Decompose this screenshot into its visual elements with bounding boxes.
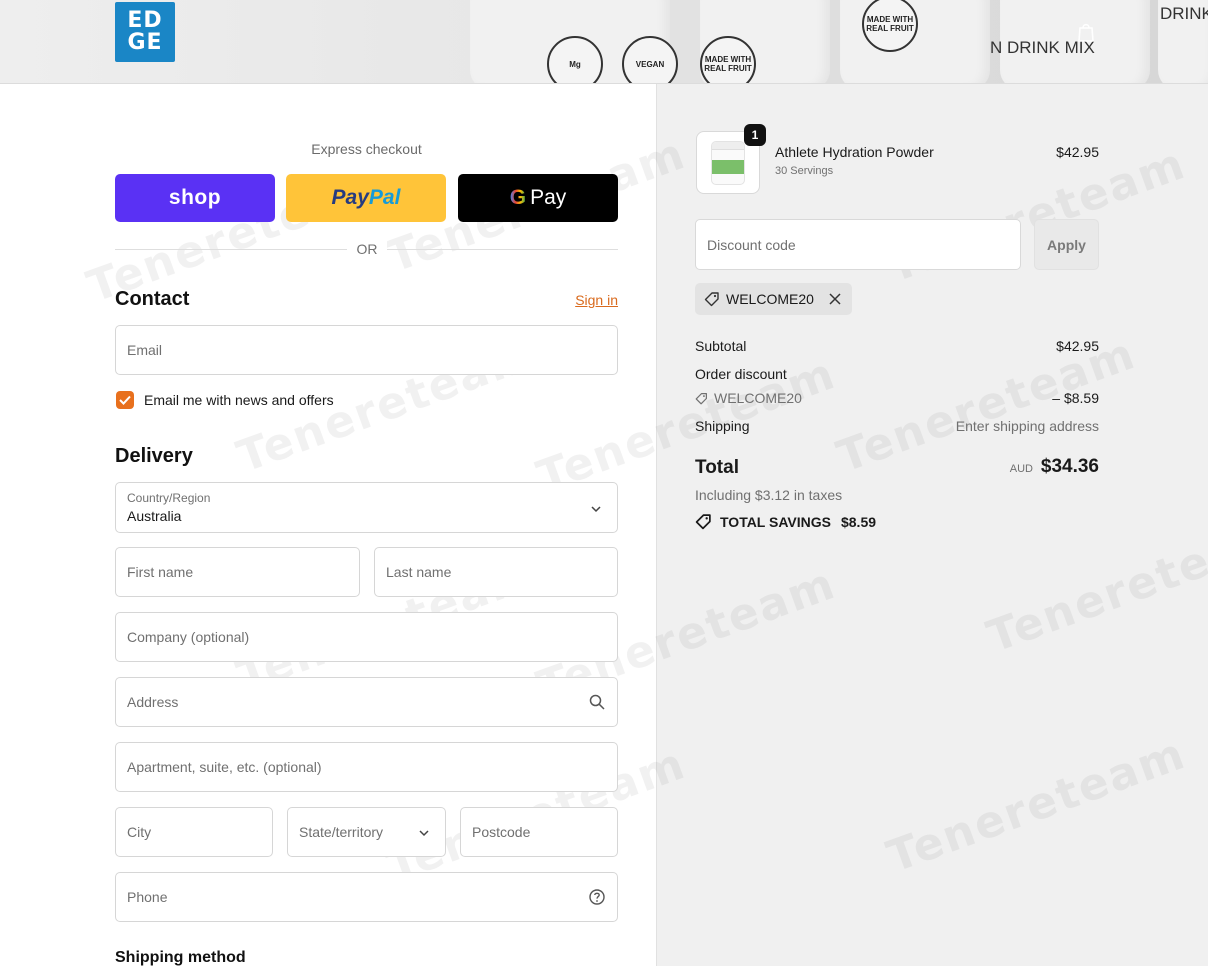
address-input[interactable]	[127, 694, 606, 710]
city-input[interactable]	[127, 824, 261, 840]
shipping-method-heading: Shipping method	[115, 949, 246, 966]
email-field[interactable]	[115, 325, 618, 375]
quantity-badge: 1	[744, 124, 766, 146]
tag-icon	[695, 392, 707, 404]
google-pay-button[interactable]: G Pay	[458, 174, 618, 222]
search-icon	[589, 694, 605, 710]
city-field[interactable]	[115, 807, 273, 857]
paypal-label-part2: Pal	[368, 186, 401, 209]
discount-code-label: WELCOME20	[714, 390, 802, 406]
postcode-input[interactable]	[472, 824, 606, 840]
shop-pay-label: shop	[168, 186, 222, 209]
email-input[interactable]	[127, 342, 606, 358]
express-checkout-label: Express checkout	[311, 141, 422, 157]
apartment-input[interactable]	[127, 759, 606, 775]
logo-text-top: ED	[127, 8, 163, 33]
apply-discount-button[interactable]: Apply	[1034, 219, 1099, 270]
total-label: Total	[695, 457, 739, 478]
taxes-text: Including $3.12 in taxes	[695, 487, 843, 503]
shipping-value: Enter shipping address	[955, 418, 1099, 434]
discount-code-row: WELCOME20	[695, 390, 802, 406]
shipping-label: Shipping	[695, 418, 750, 434]
product-image	[711, 140, 745, 185]
discount-value: – $8.59	[1052, 390, 1099, 406]
order-discount-label: Order discount	[695, 366, 787, 382]
postcode-field[interactable]	[460, 807, 618, 857]
magnesium-badge: Mg	[547, 36, 603, 83]
real-fruit-badge: MADE WITH REAL FRUIT	[700, 36, 756, 83]
logo-text-bottom: GE	[127, 30, 163, 55]
apartment-field[interactable]	[115, 742, 618, 792]
total-savings: TOTAL SAVINGS $8.59	[695, 513, 876, 530]
country-label: Country/Region	[127, 491, 211, 505]
chevron-down-icon	[591, 506, 601, 513]
tag-icon	[695, 514, 711, 530]
shopping-bag-icon[interactable]	[1077, 22, 1095, 42]
savings-value: $8.59	[840, 513, 877, 530]
chevron-down-icon	[419, 830, 429, 837]
total-value: $34.36	[1040, 456, 1099, 477]
currency-code: AUD	[1009, 463, 1033, 475]
tag-icon	[704, 292, 719, 307]
phone-input[interactable]	[127, 889, 606, 905]
or-label: OR	[347, 241, 387, 257]
product-name: Athlete Hydration Powder	[775, 144, 934, 160]
paypal-button[interactable]: Pay Pal	[286, 174, 446, 222]
product-price: $42.95	[1056, 144, 1099, 160]
first-name-field[interactable]	[115, 547, 360, 597]
discount-code-input[interactable]	[707, 236, 1009, 253]
first-name-input[interactable]	[127, 564, 348, 580]
header-banner: Mg VEGAN MADE WITH REAL FRUIT MADE WITH …	[0, 0, 1208, 84]
checkmark-icon	[119, 395, 131, 405]
state-select[interactable]: State/territory	[287, 807, 446, 857]
vegan-badge: VEGAN	[622, 36, 678, 83]
google-g-icon: G	[509, 186, 527, 209]
company-input[interactable]	[127, 629, 606, 645]
product-variant: 30 Servings	[775, 165, 834, 177]
newsletter-label: Email me with news and offers	[144, 392, 334, 408]
delivery-heading: Delivery	[115, 445, 193, 467]
discount-code-field[interactable]	[695, 219, 1021, 270]
help-icon[interactable]	[589, 889, 605, 905]
shop-pay-button[interactable]: shop	[115, 174, 275, 222]
applied-code-text: WELCOME20	[726, 291, 814, 307]
subtotal-label: Subtotal	[695, 338, 747, 354]
country-select[interactable]: Country/Region Australia	[115, 482, 618, 533]
edge-logo[interactable]: ED GE	[115, 2, 175, 62]
paypal-label-part1: Pay	[331, 186, 369, 209]
newsletter-checkbox[interactable]	[116, 391, 134, 409]
last-name-field[interactable]	[374, 547, 618, 597]
state-label: State/territory	[299, 824, 384, 840]
google-pay-label: Pay	[530, 186, 567, 209]
applied-discount-chip: WELCOME20	[695, 283, 852, 315]
country-value: Australia	[127, 508, 182, 524]
close-icon[interactable]	[828, 292, 842, 306]
subtotal-value: $42.95	[1056, 338, 1099, 354]
company-field[interactable]	[115, 612, 618, 662]
sign-in-link[interactable]: Sign in	[560, 292, 618, 308]
last-name-input[interactable]	[386, 564, 606, 580]
contact-heading: Contact	[115, 288, 190, 310]
savings-label: TOTAL SAVINGS	[720, 513, 831, 530]
phone-field[interactable]	[115, 872, 618, 922]
address-field[interactable]	[115, 677, 618, 727]
banner-product-text: DRINK	[1160, 4, 1208, 23]
